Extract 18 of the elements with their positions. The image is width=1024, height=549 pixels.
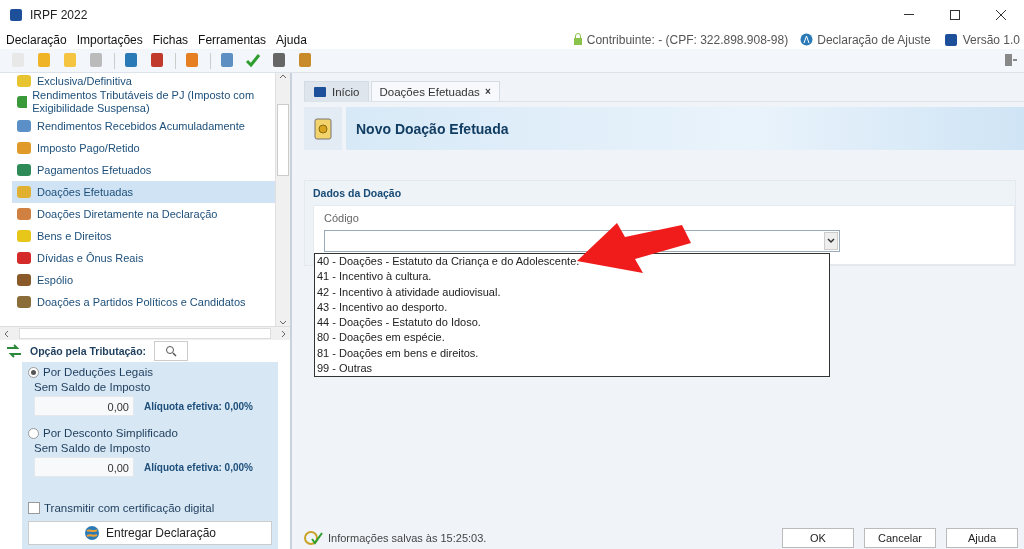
page-title: Novo Doação Efetuada	[356, 120, 509, 137]
declaration-type: Declaração de Ajuste	[817, 32, 931, 47]
balance-label: Sem Saldo de Imposto	[34, 442, 152, 454]
amount-field: 0,00	[34, 457, 134, 477]
radio-label: Por Deduções Legais	[43, 366, 153, 378]
section-title: Dados da Doação	[313, 187, 403, 199]
radio-label: Por Desconto Simplificado	[43, 427, 178, 439]
version-label: Versão 1.0	[962, 32, 1020, 47]
balance-label: Sem Saldo de Imposto	[34, 381, 152, 393]
amount-field: 0,00	[34, 396, 134, 416]
rate-label: Alíquota efetiva: 0,00%	[144, 400, 253, 412]
taxpayer-info: Contribuinte: - (CPF: 322.898.908-98)	[586, 32, 789, 47]
tax-option-title: Opção pela Tributação:	[30, 345, 147, 357]
window-title: IRPF 2022	[30, 8, 89, 22]
checkbox-label: Transmitir com certificação digital	[44, 502, 215, 514]
status-text: Informações salvas às 15:25:03.	[328, 532, 488, 544]
rate-label: Alíquota efetiva: 0,00%	[144, 461, 253, 473]
field-label: Código	[324, 212, 360, 224]
